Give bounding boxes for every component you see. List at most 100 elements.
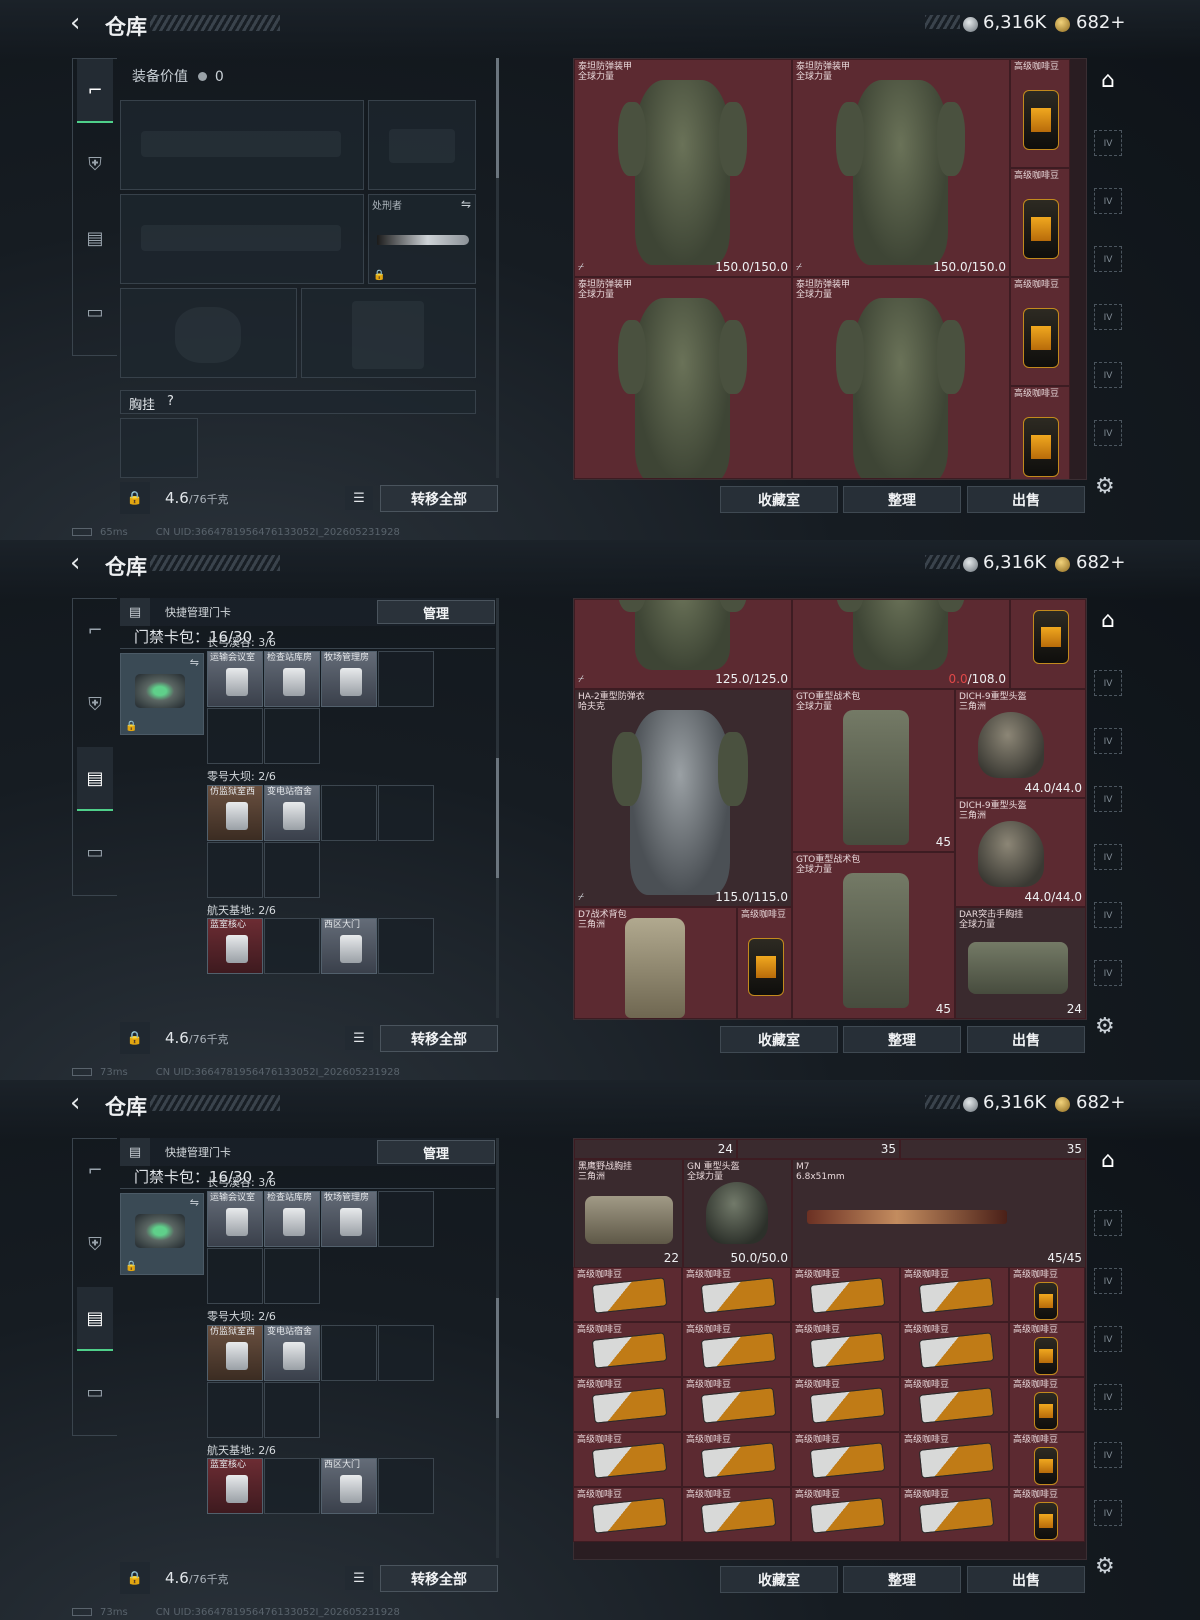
keycard-slot[interactable] — [207, 842, 263, 898]
back-arrow-icon[interactable]: ‹ — [70, 1090, 94, 1116]
sort-button[interactable]: 整理 — [843, 1026, 961, 1053]
stash-tab[interactable]: IV — [1094, 1326, 1122, 1352]
rail-weapons-icon[interactable]: ⌐ — [77, 599, 113, 661]
home-icon[interactable]: ⌂ — [1094, 1148, 1122, 1176]
rail-armor-icon[interactable]: ⛨ — [77, 673, 113, 735]
keycard-slot[interactable] — [378, 1325, 434, 1381]
item-cell[interactable]: 高级咖啡豆 — [791, 1322, 900, 1377]
keycard-slot[interactable] — [264, 1458, 320, 1514]
rail-armor-icon[interactable]: ⛨ — [77, 133, 113, 195]
item-cell[interactable]: 高级咖啡豆 — [1010, 277, 1070, 386]
keycard-slot[interactable] — [321, 785, 377, 841]
stash-tab[interactable]: IV — [1094, 960, 1122, 986]
item-cell[interactable]: HA-2重型防弹衣 哈夫克 ⌿ 115.0/115.0 — [574, 689, 792, 907]
primary-weapon-slot[interactable] — [120, 100, 364, 190]
rail-weapons-icon[interactable]: ⌐ — [77, 1139, 113, 1201]
item-cell[interactable]: 高级咖啡豆 — [737, 907, 792, 1019]
item-cell[interactable]: 高级咖啡豆 — [791, 1377, 900, 1432]
item-cell[interactable]: 0.0/108.0 — [792, 599, 1010, 689]
keycard-slot[interactable] — [264, 918, 320, 974]
keycard[interactable]: 仿监狱室西 — [207, 785, 263, 841]
keycard[interactable]: 蓝室核心 — [207, 1458, 263, 1514]
item-cell[interactable]: 泰坦防弹装甲 全球力量 — [574, 277, 792, 479]
item-cell[interactable]: 高级咖啡豆 — [900, 1322, 1009, 1377]
move-all-button[interactable]: 转移全部 — [380, 1565, 498, 1592]
rail-armor-icon[interactable]: ⛨ — [77, 1213, 113, 1275]
item-cell[interactable]: 高级咖啡豆 — [900, 1487, 1009, 1542]
helmet-slot[interactable] — [120, 288, 297, 378]
item-cell[interactable]: 高级咖啡豆 — [573, 1487, 682, 1542]
stash-tab[interactable]: IV — [1094, 188, 1122, 214]
item-cell[interactable]: 高级咖啡豆 — [1009, 1487, 1085, 1542]
secondary-weapon-slot[interactable] — [120, 194, 364, 284]
home-icon[interactable]: ⌂ — [1094, 68, 1122, 96]
item-cell[interactable]: 高级咖啡豆 — [791, 1487, 900, 1542]
swap-icon[interactable]: ⇋ — [461, 197, 471, 211]
pistol-slot[interactable] — [368, 100, 476, 190]
collection-button[interactable]: 收藏室 — [720, 486, 838, 513]
back-arrow-icon[interactable]: ‹ — [70, 10, 94, 36]
back-arrow-icon[interactable]: ‹ — [70, 550, 94, 576]
list-icon[interactable]: ☰ — [345, 1026, 373, 1050]
sell-button[interactable]: 出售 — [967, 1566, 1085, 1593]
item-cell[interactable]: 高级咖啡豆 — [900, 1432, 1009, 1487]
item-cell[interactable]: 高级咖啡豆 — [900, 1267, 1009, 1322]
swap-icon[interactable]: ⇋ — [190, 656, 199, 669]
item-cell[interactable]: GN 重型头盔 全球力量 50.0/50.0 — [683, 1159, 792, 1268]
keycard-slot[interactable] — [264, 1382, 320, 1438]
keycard[interactable]: 西区大门 — [321, 1458, 377, 1514]
keycard[interactable]: 运输会议室 — [207, 651, 263, 707]
keycard[interactable]: 变电站宿舍 — [264, 785, 320, 841]
sell-button[interactable]: 出售 — [967, 486, 1085, 513]
move-all-button[interactable]: 转移全部 — [380, 1025, 498, 1052]
stash-tab[interactable]: IV — [1094, 1442, 1122, 1468]
collection-button[interactable]: 收藏室 — [720, 1026, 838, 1053]
stash-tab[interactable]: IV — [1094, 304, 1122, 330]
keycard-slot[interactable] — [207, 1248, 263, 1304]
keycard[interactable]: 西区大门 — [321, 918, 377, 974]
armor-slot[interactable] — [301, 288, 476, 378]
sort-button[interactable]: 整理 — [843, 486, 961, 513]
stash-tab[interactable]: IV — [1094, 1384, 1122, 1410]
item-cell[interactable]: 泰坦防弹装甲 全球力量 ⌿ 150.0/150.0 — [574, 59, 792, 277]
manage-button[interactable]: 管理 — [377, 1140, 495, 1164]
stash-tab[interactable]: IV — [1094, 1210, 1122, 1236]
help-icon[interactable]: ? — [167, 394, 174, 409]
keycard[interactable]: 检查站库房 — [264, 651, 320, 707]
item-cell[interactable]: 高级咖啡豆 — [682, 1432, 791, 1487]
stash-tab[interactable]: IV — [1094, 362, 1122, 388]
left-scrollbar[interactable] — [496, 598, 499, 1018]
left-scrollbar[interactable] — [496, 58, 499, 478]
rail-toolbox-icon[interactable]: ▭ — [77, 1361, 113, 1423]
item-cell[interactable]: 35 — [900, 1139, 1086, 1159]
keycard-slot[interactable] — [264, 842, 320, 898]
item-cell[interactable]: 高级咖啡豆 — [573, 1322, 682, 1377]
stash-tab[interactable]: IV — [1094, 130, 1122, 156]
keycard-slot[interactable] — [378, 1458, 434, 1514]
rail-weapons-icon[interactable]: ⌐ — [77, 59, 113, 123]
melee-slot[interactable]: 处刑者 ⇋ 🔒 — [368, 194, 476, 284]
stash-tab[interactable]: IV — [1094, 728, 1122, 754]
item-cell[interactable]: 泰坦防弹装甲 全球力量 — [792, 277, 1010, 479]
item-cell[interactable]: M7 6.8x51mm 45/45 — [792, 1159, 1086, 1268]
item-cell[interactable]: 高级咖啡豆 — [1009, 1322, 1085, 1377]
item-cell[interactable]: DICH-9重型头盔 三角洲 44.0/44.0 — [955, 689, 1086, 798]
stash-tab[interactable]: IV — [1094, 786, 1122, 812]
rail-keycard-icon[interactable]: ▤ — [77, 1287, 113, 1351]
keycard[interactable]: 运输会议室 — [207, 1191, 263, 1247]
item-cell[interactable]: 高级咖啡豆 — [1010, 59, 1070, 168]
stash-tab[interactable]: IV — [1094, 1500, 1122, 1526]
item-cell[interactable]: ⌿ 125.0/125.0 — [574, 599, 792, 689]
item-cell[interactable]: 高级咖啡豆 — [573, 1267, 682, 1322]
keycard-pack-item[interactable]: ⇋ 🔒 — [120, 653, 204, 735]
item-cell[interactable]: 高级咖啡豆 — [1010, 386, 1070, 479]
stash-tab[interactable]: IV — [1094, 844, 1122, 870]
item-cell[interactable]: 高级咖啡豆 — [682, 1322, 791, 1377]
item-cell[interactable]: 高级咖啡豆 — [682, 1267, 791, 1322]
rail-keycard-icon[interactable]: ▤ — [77, 207, 113, 269]
list-icon[interactable]: ☰ — [345, 486, 373, 510]
item-cell[interactable]: GTO重型战术包 全球力量 45 — [792, 852, 955, 1019]
item-cell[interactable]: 高级咖啡豆 — [1009, 1377, 1085, 1432]
keycard-slot[interactable] — [378, 651, 434, 707]
item-cell[interactable]: 高级咖啡豆 — [682, 1377, 791, 1432]
